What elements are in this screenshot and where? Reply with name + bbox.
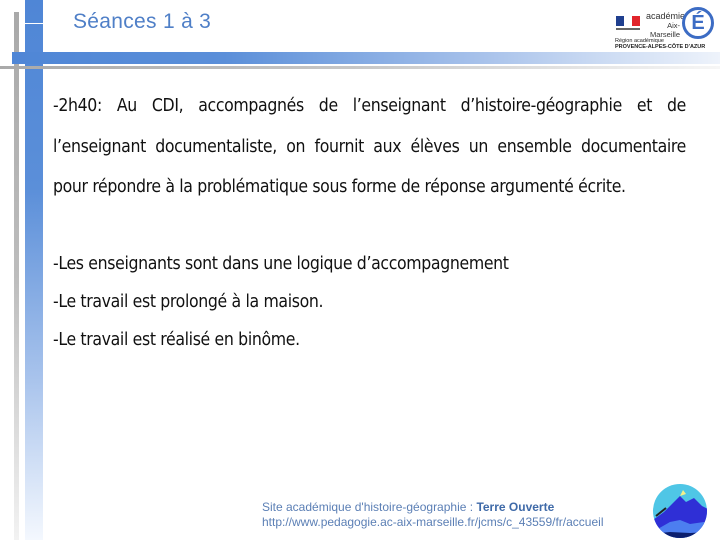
academie-emblem-icon: É <box>682 7 714 39</box>
slide-title: Séances 1 à 3 <box>73 10 212 33</box>
decorative-gray-vertical-bar <box>14 12 19 540</box>
region-line-2: PROVENCE-ALPES-CÔTE D'AZUR <box>615 44 706 50</box>
footer-site-line: Site académique d'histoire-géographie : … <box>262 500 603 515</box>
list-item: -Les enseignants sont dans une logique d… <box>53 253 509 274</box>
decorative-gray-header-line <box>0 66 720 69</box>
academie-line-2: Aix-Marseille <box>649 21 680 39</box>
terre-ouverte-logo-icon <box>653 484 707 538</box>
french-flag-icon <box>616 16 640 26</box>
academie-logo: académie Aix-Marseille É Région académiq… <box>612 4 718 50</box>
intro-paragraph: -2h40: Au CDI, accompagnés de l’enseigna… <box>53 96 686 197</box>
republique-francaise-mark <box>616 28 640 30</box>
footer-site-name: Terre Ouverte <box>476 500 555 514</box>
decorative-bar-notch <box>25 23 43 24</box>
list-item: -Le travail est réalisé en binôme. <box>53 329 300 350</box>
academie-line-1: académie <box>646 11 686 21</box>
footer-credit: Site académique d'histoire-géographie : … <box>262 500 603 530</box>
region-label: Région académique PROVENCE-ALPES-CÔTE D'… <box>615 38 705 50</box>
decorative-blue-header-band <box>12 52 720 64</box>
slide-body: -2h40: Au CDI, accompagnés de l’enseigna… <box>53 86 686 359</box>
decorative-blue-vertical-bar <box>25 0 43 540</box>
academie-name: académie Aix-Marseille <box>646 11 686 40</box>
list-item: -Le travail est prolongé à la maison. <box>53 291 324 312</box>
footer-site-prefix: Site académique d'histoire-géographie : <box>262 500 477 514</box>
footer-url-link[interactable]: http://www.pedagogie.ac-aix-marseille.fr… <box>262 515 603 530</box>
bullet-list: -Les enseignants sont dans une logique d… <box>53 245 686 359</box>
